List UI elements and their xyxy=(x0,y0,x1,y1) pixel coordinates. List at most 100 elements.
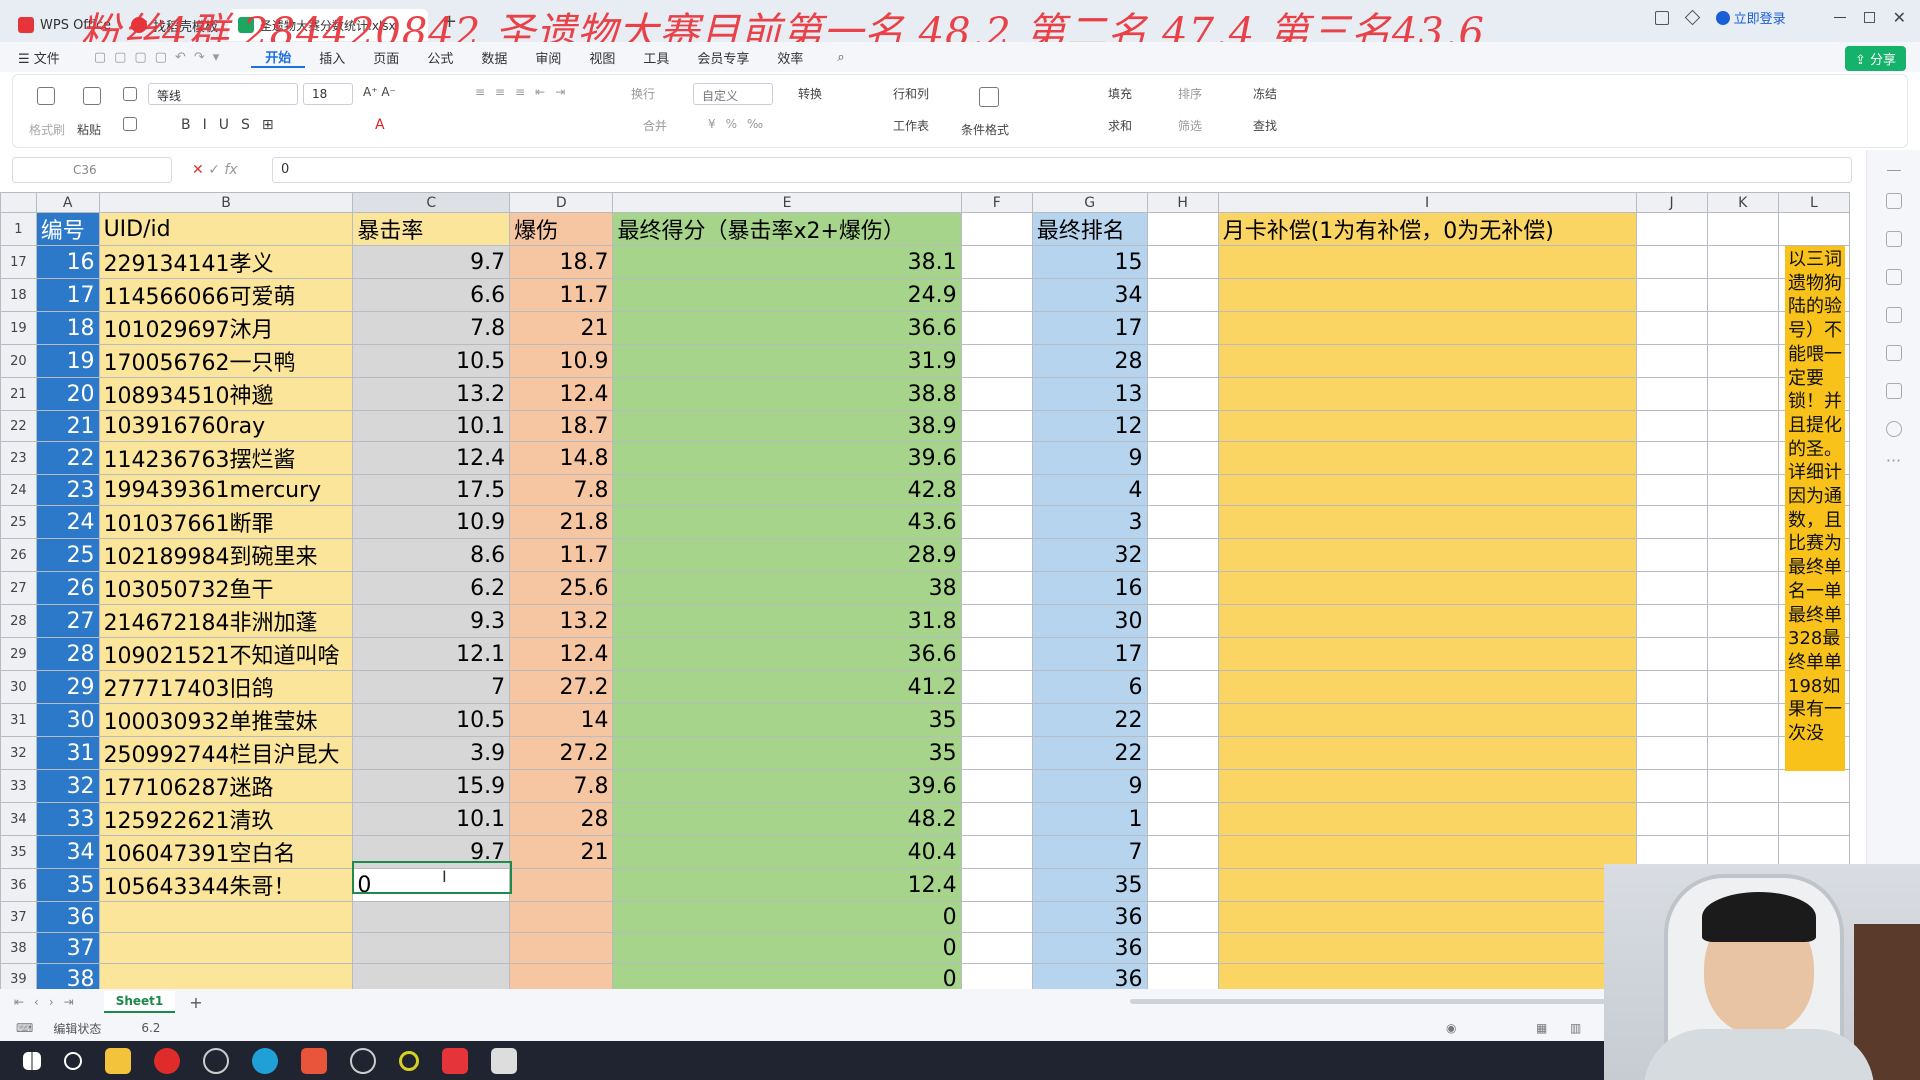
col-header-e[interactable]: E xyxy=(612,192,962,213)
cell-compensation[interactable] xyxy=(1217,410,1637,442)
cell-f[interactable] xyxy=(960,474,1033,506)
cell-f[interactable] xyxy=(960,736,1033,770)
alignment-icons[interactable]: ≡≡≡⇤⇥ xyxy=(475,85,575,99)
cell-compensation[interactable] xyxy=(1217,278,1637,312)
cell-j[interactable] xyxy=(1635,474,1708,506)
col-header-f[interactable]: F xyxy=(960,192,1033,213)
cell-final-score[interactable]: 36.6 xyxy=(612,637,962,671)
cell-f[interactable] xyxy=(960,278,1033,312)
cell-compensation[interactable] xyxy=(1217,538,1637,572)
sheet-tab-sheet1[interactable]: Sheet1 xyxy=(103,991,176,1013)
header-cell-h[interactable] xyxy=(1146,212,1219,246)
cell-final-score[interactable]: 48.2 xyxy=(612,802,962,836)
row-header[interactable]: 22 xyxy=(0,410,37,442)
convert-button[interactable]: 转换 xyxy=(798,85,822,102)
cell-uid[interactable] xyxy=(98,932,354,964)
share-button[interactable]: ⇪ 分享 xyxy=(1844,46,1906,71)
cell-final-rank[interactable]: 22 xyxy=(1031,736,1148,770)
cell-f[interactable] xyxy=(960,670,1033,704)
cell-crit-dmg[interactable]: 7.8 xyxy=(509,769,614,803)
cell-crit-dmg[interactable] xyxy=(509,901,614,933)
row-header[interactable]: 23 xyxy=(0,441,37,475)
netease-music-icon[interactable] xyxy=(154,1047,180,1074)
cell-h[interactable] xyxy=(1146,245,1219,279)
cell-compensation[interactable] xyxy=(1217,311,1637,345)
cell-h[interactable] xyxy=(1146,311,1219,345)
cell-uid[interactable]: 105643344朱哥！ xyxy=(98,868,354,902)
cell-h[interactable] xyxy=(1146,670,1219,704)
cell-compensation[interactable] xyxy=(1217,344,1637,378)
font-style-icons[interactable]: BIUS⊞ xyxy=(181,117,286,133)
cell-final-score[interactable]: 42.8 xyxy=(612,474,962,506)
cell-id[interactable]: 37 xyxy=(35,932,100,964)
cell-f[interactable] xyxy=(960,901,1033,933)
number-format-select[interactable]: 自定义 xyxy=(693,83,773,105)
wrap-button[interactable]: 换行 xyxy=(631,85,655,102)
tab-template[interactable]: 找稻壳模板 xyxy=(121,9,228,41)
cell-compensation[interactable] xyxy=(1217,901,1637,933)
cell-crit-rate[interactable] xyxy=(352,963,511,989)
cell-id[interactable]: 34 xyxy=(35,835,100,869)
col-header-d[interactable]: D xyxy=(509,192,614,213)
fill-button[interactable]: 填充 xyxy=(1108,85,1132,102)
cell-h[interactable] xyxy=(1146,571,1219,605)
menu-item-efficiency[interactable]: 效率 xyxy=(763,48,817,67)
tools-icon[interactable] xyxy=(1885,345,1902,361)
cell-final-rank[interactable]: 32 xyxy=(1031,538,1148,572)
cell-crit-dmg[interactable]: 27.2 xyxy=(509,736,614,770)
cell-j[interactable] xyxy=(1635,703,1708,737)
edge-browser-icon[interactable] xyxy=(252,1047,278,1074)
cell-uid[interactable]: 100030932单推莹妹 xyxy=(98,703,354,737)
header-cell-final-score[interactable]: 最终得分（暴击率x2+爆伤） xyxy=(612,212,962,246)
row-header[interactable]: 33 xyxy=(0,769,37,803)
cell-k[interactable] xyxy=(1706,736,1779,770)
cell-id[interactable]: 31 xyxy=(35,736,100,770)
cell-uid[interactable]: 106047391空白名 xyxy=(98,835,354,869)
cube-icon[interactable] xyxy=(1684,9,1700,26)
cell-final-rank[interactable]: 30 xyxy=(1031,604,1148,638)
wps-taskbar-icon[interactable] xyxy=(442,1047,468,1074)
menu-item-view[interactable]: 视图 xyxy=(575,48,629,67)
paste-icon[interactable] xyxy=(83,87,101,105)
cell-uid[interactable]: 102189984到碗里来 xyxy=(98,538,354,572)
view-normal-icon[interactable]: ▦ xyxy=(1536,1021,1547,1035)
cell-final-rank[interactable]: 36 xyxy=(1031,963,1148,989)
col-header-l[interactable]: L xyxy=(1777,192,1850,213)
row-header[interactable]: 38 xyxy=(0,932,37,964)
cell-crit-dmg[interactable]: 18.7 xyxy=(509,410,614,442)
cell-h[interactable] xyxy=(1146,703,1219,737)
header-cell-j[interactable] xyxy=(1635,212,1708,246)
row-header[interactable]: 19 xyxy=(0,311,37,345)
col-header-c[interactable]: C xyxy=(352,192,511,213)
cell-k[interactable] xyxy=(1706,769,1779,803)
cell-final-rank[interactable]: 17 xyxy=(1031,311,1148,345)
col-header-j[interactable]: J xyxy=(1635,192,1708,213)
cell-compensation[interactable] xyxy=(1217,505,1637,539)
cell-compensation[interactable] xyxy=(1217,835,1637,869)
add-sheet-button[interactable]: + xyxy=(189,993,202,1012)
search-icon[interactable]: ⌕ xyxy=(837,50,844,65)
name-box[interactable]: C36 xyxy=(12,157,172,183)
cell-crit-rate[interactable]: 10.1 xyxy=(352,410,511,442)
header-cell-final-rank[interactable]: 最终排名 xyxy=(1031,212,1148,246)
cell-final-rank[interactable]: 9 xyxy=(1031,769,1148,803)
cell-j[interactable] xyxy=(1635,736,1708,770)
cell-uid[interactable]: 250992744栏目沪昆大 xyxy=(98,736,354,770)
cell-final-rank[interactable]: 15 xyxy=(1031,245,1148,279)
cursor-icon[interactable] xyxy=(1885,193,1902,209)
merge-button[interactable]: 合并 xyxy=(643,117,667,134)
cell-h[interactable] xyxy=(1146,278,1219,312)
cell-final-score[interactable]: 24.9 xyxy=(612,278,962,312)
cell-h[interactable] xyxy=(1146,901,1219,933)
cell-j[interactable] xyxy=(1635,538,1708,572)
cell-crit-rate[interactable]: 10.5 xyxy=(352,344,511,378)
cell-j[interactable] xyxy=(1635,245,1708,279)
sort-button[interactable]: 排序 xyxy=(1178,85,1202,102)
cell-compensation[interactable] xyxy=(1217,868,1637,902)
cell-uid[interactable]: 101037661断罪 xyxy=(98,505,354,539)
cell-k[interactable] xyxy=(1706,505,1779,539)
cell-crit-rate[interactable]: 12.4 xyxy=(352,441,511,475)
cell-f[interactable] xyxy=(960,538,1033,572)
cell-uid[interactable]: 114566066可爱萌 xyxy=(98,278,354,312)
select-all-corner[interactable] xyxy=(0,192,37,213)
